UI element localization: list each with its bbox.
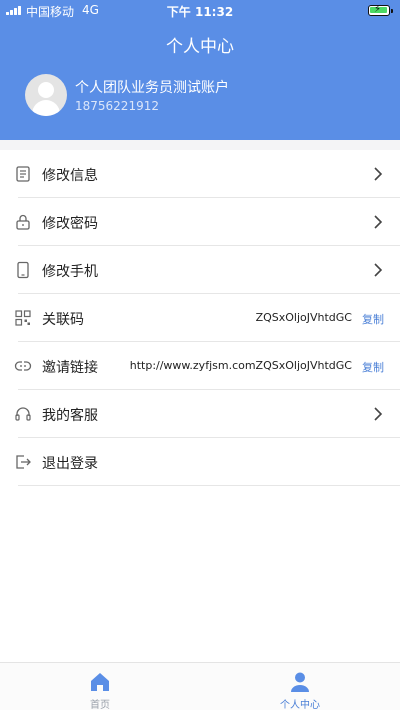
menu-item-label: 邀请链接: [42, 360, 98, 376]
link-icon: [14, 361, 32, 371]
user-avatar-icon[interactable]: [25, 74, 67, 116]
phone-icon: [17, 261, 29, 279]
menu-item-label: 我的客服: [42, 408, 98, 424]
home-icon: [91, 673, 109, 691]
copy-link-button[interactable]: 复制: [362, 359, 384, 375]
status-time: 下午 11:32: [166, 5, 234, 19]
menu-item-logout[interactable]: 退出登录: [0, 438, 400, 486]
menu-item-label: 修改密码: [42, 216, 98, 232]
lock-icon: [16, 214, 30, 230]
chevron-right-icon: [374, 263, 383, 277]
user-name: 个人团队业务员测试账户: [75, 80, 229, 96]
user-phone: 18756221912: [75, 99, 159, 113]
invite-link-value: http://www.zyfjsm.comZQSxOljoJVhtdGC: [129, 359, 352, 372]
association-code-value: ZQSxOljoJVhtdGC: [255, 311, 352, 324]
tab-home-label: 首页: [90, 700, 110, 710]
page-title: 个人中心: [166, 37, 234, 57]
status-bar: 中国移动 4G 下午 11:32 ⚡: [0, 0, 400, 20]
menu-item-label: 修改手机: [42, 264, 98, 280]
document-icon: [16, 166, 30, 182]
chevron-right-icon: [374, 215, 383, 229]
menu-item-label: 修改信息: [42, 168, 98, 184]
tab-profile[interactable]: 个人中心: [200, 663, 400, 710]
menu-item-label: 关联码: [42, 312, 84, 328]
tab-home[interactable]: 首页: [0, 663, 200, 710]
menu-item-invite-link: 邀请链接 http://www.zyfjsm.comZQSxOljoJVhtdG…: [0, 342, 400, 390]
settings-menu: 修改信息 修改密码 修改手机 关联码 ZQSxOljoJVhtdGC 复制 邀请…: [0, 150, 400, 662]
logout-icon: [16, 455, 31, 469]
tab-profile-label: 个人中心: [280, 700, 320, 710]
menu-item-label: 退出登录: [42, 456, 98, 472]
person-icon: [291, 672, 309, 692]
menu-item-change-password[interactable]: 修改密码: [0, 198, 400, 246]
battery-charging-icon: ⚡: [368, 4, 393, 16]
headset-icon: [15, 407, 31, 421]
menu-item-change-phone[interactable]: 修改手机: [0, 246, 400, 294]
menu-item-edit-info[interactable]: 修改信息: [0, 150, 400, 198]
menu-item-association-code: 关联码 ZQSxOljoJVhtdGC 复制: [0, 294, 400, 342]
chevron-right-icon: [374, 167, 383, 181]
divider: [18, 485, 400, 486]
qr-code-icon: [15, 310, 31, 326]
chevron-right-icon: [374, 407, 383, 421]
menu-item-customer-service[interactable]: 我的客服: [0, 390, 400, 438]
profile-header: 中国移动 4G 下午 11:32 ⚡ 个人中心 个人团队业务员测试账户 1875…: [0, 0, 400, 140]
bottom-tab-bar: 首页 个人中心: [0, 662, 400, 710]
copy-code-button[interactable]: 复制: [362, 311, 384, 327]
